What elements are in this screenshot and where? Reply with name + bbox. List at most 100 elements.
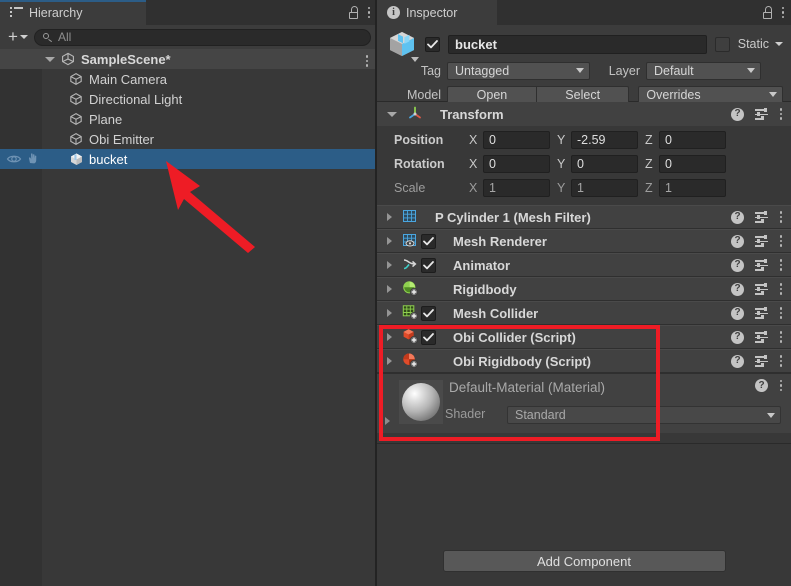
material-expand-twisty-icon[interactable] <box>385 417 390 425</box>
component-expand-twisty-icon[interactable] <box>387 237 392 245</box>
add-gameobject-button[interactable]: + <box>8 28 28 45</box>
preset-icon[interactable] <box>755 283 768 295</box>
component-row-animator[interactable]: Animator ? <box>377 253 791 277</box>
hierarchy-item-plane[interactable]: Plane <box>0 109 377 129</box>
search-input[interactable]: All <box>33 28 371 46</box>
rotation-x-value: 0 <box>489 156 496 171</box>
scale-y-field[interactable]: 1 <box>571 178 638 197</box>
gameobject-cube-icon <box>69 112 83 126</box>
search-input-value: All <box>57 30 72 44</box>
kebab-menu-icon[interactable] <box>367 6 371 19</box>
preset-icon[interactable] <box>755 108 768 120</box>
component-expand-twisty-icon[interactable] <box>387 333 392 341</box>
gameobject-name-field[interactable]: bucket <box>448 34 707 54</box>
help-icon[interactable]: ? <box>731 107 744 121</box>
preset-icon[interactable] <box>755 235 768 247</box>
model-open-button[interactable]: Open <box>447 85 536 104</box>
help-icon[interactable]: ? <box>731 306 744 320</box>
eye-icon[interactable] <box>6 153 22 168</box>
scene-kebab-menu-icon[interactable] <box>365 55 369 67</box>
kebab-menu-icon[interactable] <box>781 6 785 19</box>
component-expand-twisty-icon[interactable] <box>387 285 392 293</box>
prefab-cube-icon[interactable] <box>387 30 419 62</box>
transform-expand-twisty-icon[interactable] <box>387 111 397 117</box>
kebab-menu-icon[interactable] <box>779 331 783 343</box>
position-z-field[interactable]: 0 <box>659 130 726 149</box>
help-icon[interactable]: ? <box>731 258 744 272</box>
component-expand-twisty-icon[interactable] <box>387 309 392 317</box>
shader-label: Shader <box>445 407 486 421</box>
help-icon[interactable]: ? <box>731 330 744 344</box>
shader-dropdown[interactable]: Standard <box>507 406 781 424</box>
preset-icon[interactable] <box>755 307 768 319</box>
preset-icon[interactable] <box>755 211 768 223</box>
axis-x-label: X <box>469 132 478 147</box>
model-select-label: Select <box>565 87 601 102</box>
component-row-mesh-renderer[interactable]: Mesh Renderer ? <box>377 229 791 253</box>
lock-icon[interactable] <box>762 6 773 19</box>
static-dropdown-chevron-down-icon[interactable] <box>775 42 783 46</box>
bottom-divider <box>377 443 791 444</box>
component-row-mesh-filter[interactable]: P Cylinder 1 (Mesh Filter) ? <box>377 205 791 229</box>
kebab-menu-icon[interactable] <box>779 235 783 247</box>
preset-icon[interactable] <box>755 331 768 343</box>
transform-component-header[interactable]: Transform ? <box>377 102 791 126</box>
component-row-obi-collider[interactable]: Obi Collider (Script) ? <box>377 325 791 349</box>
component-enabled-checkbox[interactable] <box>421 233 436 249</box>
component-enabled-checkbox[interactable] <box>421 305 436 321</box>
scale-z-field[interactable]: 1 <box>659 178 726 197</box>
lock-icon[interactable] <box>348 6 359 19</box>
hierarchy-item-directional-light[interactable]: Directional Light <box>0 89 377 109</box>
kebab-menu-icon[interactable] <box>779 259 783 271</box>
scene-expand-twisty-icon[interactable] <box>45 56 55 62</box>
static-checkbox[interactable] <box>714 36 730 52</box>
component-row-rigidbody[interactable]: Rigidbody ? <box>377 277 791 301</box>
component-enabled-checkbox[interactable] <box>421 257 436 273</box>
kebab-menu-icon[interactable] <box>779 283 783 295</box>
component-row-mesh-collider[interactable]: Mesh Collider ? <box>377 301 791 325</box>
rotation-y-field[interactable]: 0 <box>571 154 638 173</box>
component-row-obi-rigidbody[interactable]: Obi Rigidbody (Script) ? <box>377 349 791 373</box>
hierarchy-scene-row[interactable]: SampleScene* <box>0 49 377 69</box>
help-icon[interactable]: ? <box>731 210 744 224</box>
hierarchy-item-bucket[interactable]: bucket <box>0 149 377 169</box>
kebab-menu-icon[interactable] <box>779 379 783 392</box>
obi-collider-icon <box>402 328 418 347</box>
component-expand-twisty-icon[interactable] <box>387 357 392 365</box>
help-icon[interactable]: ? <box>755 379 768 392</box>
tab-hierarchy[interactable]: Hierarchy <box>0 0 146 25</box>
component-enabled-checkbox[interactable] <box>421 329 436 345</box>
transform-axes-icon <box>407 105 424 124</box>
chevron-down-icon <box>747 68 755 73</box>
kebab-menu-icon[interactable] <box>779 108 783 120</box>
hierarchy-item-main-camera[interactable]: Main Camera <box>0 69 377 89</box>
preset-icon[interactable] <box>755 355 768 367</box>
transform-row-icons: ? <box>731 102 783 126</box>
component-expand-twisty-icon[interactable] <box>387 213 392 221</box>
model-select-button[interactable]: Select <box>535 85 630 104</box>
rotation-z-field[interactable]: 0 <box>659 154 726 173</box>
hierarchy-item-obi-emitter[interactable]: Obi Emitter <box>0 129 377 149</box>
component-expand-twisty-icon[interactable] <box>387 261 392 269</box>
rotation-x-field[interactable]: 0 <box>483 154 550 173</box>
kebab-menu-icon[interactable] <box>779 307 783 319</box>
position-x-field[interactable]: 0 <box>483 130 550 149</box>
scale-x-field[interactable]: 1 <box>483 178 550 197</box>
hand-icon[interactable] <box>26 152 39 168</box>
layer-value: Default <box>654 63 694 78</box>
help-icon[interactable]: ? <box>731 354 744 368</box>
layer-dropdown[interactable]: Default <box>646 61 761 80</box>
tag-dropdown[interactable]: Untagged <box>447 61 590 80</box>
preset-icon[interactable] <box>755 259 768 271</box>
help-icon[interactable]: ? <box>731 282 744 296</box>
add-component-button[interactable]: Add Component <box>442 550 726 572</box>
kebab-menu-icon[interactable] <box>779 355 783 367</box>
chevron-down-icon[interactable] <box>411 57 419 62</box>
overrides-dropdown[interactable]: Overrides <box>638 85 783 104</box>
gameobject-enabled-checkbox[interactable] <box>425 36 440 52</box>
tab-inspector[interactable]: i Inspector <box>377 0 497 25</box>
kebab-menu-icon[interactable] <box>779 211 783 223</box>
help-icon[interactable]: ? <box>731 234 744 248</box>
position-y-field[interactable]: -2.59 <box>571 130 638 149</box>
hierarchy-item-label: Obi Emitter <box>89 131 155 147</box>
